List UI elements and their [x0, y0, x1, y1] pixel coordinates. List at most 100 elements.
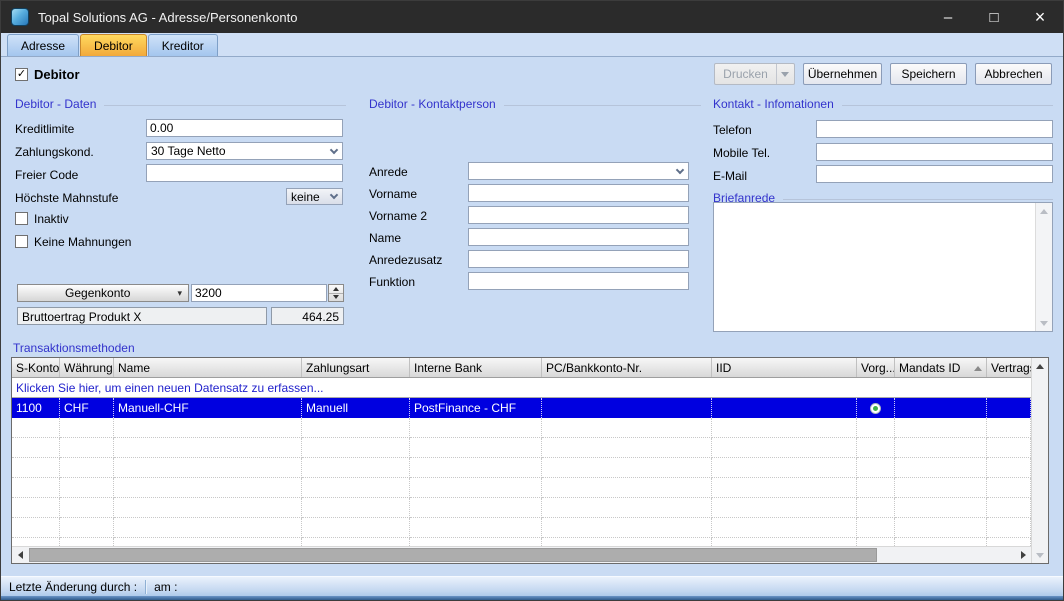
- spinner-up-icon: [333, 287, 339, 291]
- abbrechen-button[interactable]: Abbrechen: [975, 63, 1052, 85]
- table-row-empty: [12, 418, 1031, 438]
- anredezusatz-input[interactable]: [468, 250, 689, 268]
- grid-vertical-scrollbar[interactable]: [1031, 358, 1048, 563]
- vorname2-label: Vorname 2: [369, 209, 427, 223]
- email-input[interactable]: [816, 165, 1053, 183]
- column-header-vertrags[interactable]: Vertrags...: [987, 358, 1031, 377]
- telefon-label: Telefon: [713, 123, 752, 137]
- column-header-mandats-id[interactable]: Mandats ID: [895, 358, 987, 377]
- close-button[interactable]: ×: [1017, 1, 1063, 33]
- column-header-zahlungsart[interactable]: Zahlungsart: [302, 358, 410, 377]
- anrede-select[interactable]: [468, 162, 689, 180]
- column-header-interne-bank[interactable]: Interne Bank: [410, 358, 542, 377]
- mandats-id-label: Mandats ID: [899, 361, 960, 377]
- briefanrede-scrollbar[interactable]: [1035, 203, 1052, 331]
- scroll-right-button[interactable]: [1015, 547, 1031, 563]
- tab-kreditor[interactable]: Kreditor: [148, 34, 218, 56]
- zahlungskond-label: Zahlungskond.: [15, 145, 94, 159]
- funktion-input[interactable]: [468, 272, 689, 290]
- group-line: [104, 105, 346, 106]
- uebernehmen-button[interactable]: Übernehmen: [803, 63, 882, 85]
- window-title: Topal Solutions AG - Adresse/Personenkon…: [38, 10, 297, 25]
- scroll-down-button[interactable]: [1032, 547, 1048, 563]
- checkmark-icon: ✓: [17, 68, 26, 80]
- scrollbar-thumb[interactable]: [29, 548, 877, 562]
- app-icon: [11, 8, 29, 26]
- abbrechen-label: Abbrechen: [984, 67, 1042, 81]
- cell-waehrung: CHF: [60, 398, 114, 418]
- chevron-down-icon: [781, 72, 789, 77]
- scroll-down-button[interactable]: [1036, 315, 1052, 331]
- keine-mahnungen-checkbox[interactable]: [15, 235, 28, 248]
- column-header-iid[interactable]: IID: [712, 358, 857, 377]
- inaktiv-checkbox[interactable]: [15, 212, 28, 225]
- mobile-input[interactable]: [816, 143, 1053, 161]
- drucken-dropdown-arrow[interactable]: [776, 64, 794, 84]
- new-record-row[interactable]: Klicken Sie hier, um einen neuen Datensa…: [12, 378, 1031, 398]
- chevron-down-icon: [330, 191, 338, 199]
- mobile-label: Mobile Tel.: [713, 146, 770, 160]
- table-row-empty: [12, 438, 1031, 458]
- group-debitor-daten-title: Debitor - Daten: [15, 97, 96, 111]
- maximize-button[interactable]: □: [971, 1, 1017, 33]
- spinner-up-button[interactable]: [329, 285, 343, 294]
- mahnstufe-value: keine: [291, 190, 320, 204]
- dropdown-arrow-icon: ▾: [177, 288, 188, 299]
- drucken-label: Drucken: [723, 67, 768, 81]
- table-row-empty: [12, 458, 1031, 478]
- maximize-icon: □: [989, 9, 998, 26]
- zahlungskond-select[interactable]: 30 Tage Netto: [146, 142, 343, 160]
- default-radio-icon: [870, 403, 881, 414]
- table-row-empty: [12, 498, 1031, 518]
- table-row-empty: [12, 518, 1031, 538]
- kreditlimite-label: Kreditlimite: [15, 122, 74, 136]
- tab-adresse[interactable]: Adresse: [7, 34, 79, 56]
- scroll-up-button[interactable]: [1036, 203, 1052, 219]
- column-header-name[interactable]: Name: [114, 358, 302, 377]
- column-header-waehrung[interactable]: Währung: [60, 358, 114, 377]
- table-row-selected[interactable]: 1100 CHF Manuell-CHF Manuell PostFinance…: [12, 398, 1031, 418]
- speichern-button[interactable]: Speichern: [890, 63, 967, 85]
- chevron-down-icon: [676, 165, 684, 173]
- minimize-button[interactable]: –: [925, 1, 971, 33]
- cell-s-konto: 1100: [12, 398, 60, 418]
- app-window: Topal Solutions AG - Adresse/Personenkon…: [0, 0, 1064, 601]
- column-header-pc-bankkonto[interactable]: PC/Bankkonto-Nr.: [542, 358, 712, 377]
- cell-vertrags: [987, 398, 1031, 418]
- spinner-down-button[interactable]: [329, 294, 343, 302]
- gegenkonto-input[interactable]: [191, 284, 327, 302]
- column-header-vorgabe[interactable]: Vorg...: [857, 358, 895, 377]
- name-input[interactable]: [468, 228, 689, 246]
- debitor-checkbox[interactable]: ✓: [15, 68, 28, 81]
- tab-debitor[interactable]: Debitor: [80, 34, 147, 56]
- group-line: [842, 105, 1053, 106]
- minimize-icon: –: [944, 9, 952, 26]
- telefon-input[interactable]: [816, 120, 1053, 138]
- kreditlimite-input[interactable]: [146, 119, 343, 137]
- speichern-label: Speichern: [901, 67, 955, 81]
- group-transaktionsmethoden: Transaktionsmethoden: [13, 341, 313, 355]
- freier-code-input[interactable]: [146, 164, 343, 182]
- column-header-s-konto[interactable]: S-Konto: [12, 358, 60, 377]
- grid-horizontal-scrollbar[interactable]: [12, 546, 1031, 563]
- cell-mandats-id: [895, 398, 987, 418]
- briefanrede-textarea[interactable]: [713, 202, 1053, 332]
- cell-name: Manuell-CHF: [114, 398, 302, 418]
- scroll-up-icon: [1036, 364, 1044, 369]
- group-kontaktperson: Debitor - Kontaktperson: [369, 97, 701, 111]
- mahnstufe-select[interactable]: keine: [286, 188, 343, 205]
- table-row-empty: [12, 538, 1031, 546]
- cell-iid: [712, 398, 857, 418]
- gegenkonto-dropdown-button[interactable]: Gegenkonto ▾: [17, 284, 189, 302]
- group-kontaktperson-title: Debitor - Kontaktperson: [369, 97, 496, 111]
- vorname-input[interactable]: [468, 184, 689, 202]
- statusbar-separator: [145, 580, 146, 594]
- drucken-button[interactable]: Drucken: [714, 63, 795, 85]
- scroll-left-button[interactable]: [12, 547, 28, 563]
- vorname2-input[interactable]: [468, 206, 689, 224]
- grid-header: S-Konto Währung Name Zahlungsart Interne…: [12, 358, 1031, 378]
- cell-zahlungsart: Manuell: [302, 398, 410, 418]
- scroll-up-button[interactable]: [1032, 358, 1048, 374]
- sort-ascending-icon: [974, 366, 982, 371]
- group-line: [504, 105, 701, 106]
